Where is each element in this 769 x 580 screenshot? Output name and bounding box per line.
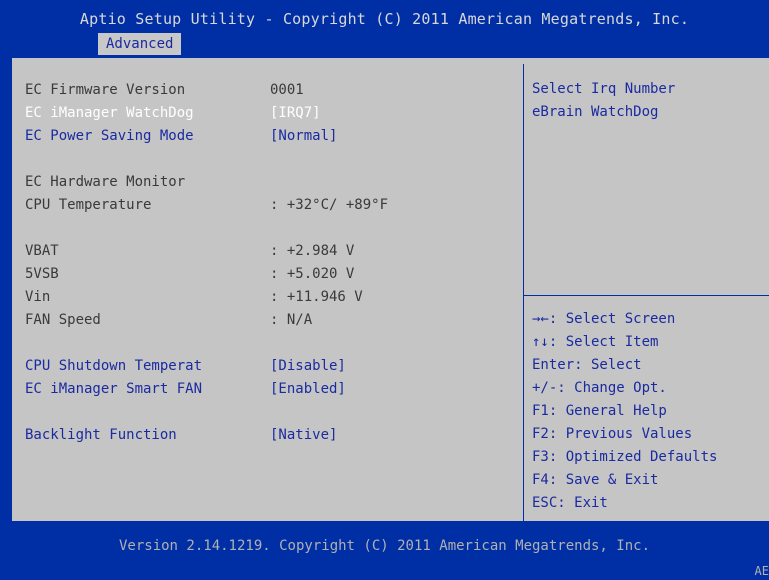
fan-speed-label: FAN Speed bbox=[25, 312, 101, 328]
fan-speed-value: : N/A bbox=[270, 312, 313, 328]
version-footer: Version 2.14.1219. Copyright (C) 2011 Am… bbox=[118, 538, 650, 554]
backlight-function-label[interactable]: Backlight Function bbox=[25, 425, 177, 445]
ec-imanager-watchdog-value[interactable]: [IRQ7] bbox=[270, 103, 321, 123]
5vsb-label: 5VSB bbox=[25, 266, 59, 282]
vin-label: Vin bbox=[25, 289, 51, 305]
key-esc-exit: ESC: Exit bbox=[532, 495, 608, 511]
help-separator bbox=[524, 295, 769, 296]
key-f4-save-exit: F4: Save & Exit bbox=[532, 472, 659, 488]
ec-imanager-smart-fan-label[interactable]: EC iManager Smart FAN bbox=[25, 379, 202, 399]
key-f3-defaults: F3: Optimized Defaults bbox=[532, 449, 718, 465]
key-f1-help: F1: General Help bbox=[532, 403, 667, 419]
corner-code: AE bbox=[754, 564, 769, 578]
key-select-item: ↑↓: Select Item bbox=[532, 334, 659, 350]
key-enter: Enter: Select bbox=[532, 357, 642, 373]
cpu-shutdown-temperature-label[interactable]: CPU Shutdown Temperat bbox=[25, 356, 202, 376]
ec-imanager-watchdog-label[interactable]: EC iManager WatchDog bbox=[25, 103, 194, 123]
cpu-temperature-label: CPU Temperature bbox=[25, 197, 152, 213]
ec-power-saving-mode-value[interactable]: [Normal] bbox=[270, 126, 337, 146]
bios-title: Aptio Setup Utility - Copyright (C) 2011… bbox=[79, 10, 690, 28]
ec-firmware-version-value: 0001 bbox=[270, 82, 304, 98]
key-change-option: +/-: Change Opt. bbox=[532, 380, 667, 396]
tab-advanced[interactable]: Advanced bbox=[98, 33, 182, 55]
key-legend: →←: Select Screen ↑↓: Select Item Enter:… bbox=[532, 308, 717, 515]
5vsb-value: : +5.020 V bbox=[270, 266, 355, 282]
help-text: Select Irq Number eBrain WatchDog bbox=[532, 78, 675, 124]
vbat-label: VBAT bbox=[25, 243, 59, 259]
ec-imanager-smart-fan-value[interactable]: [Enabled] bbox=[270, 379, 346, 399]
cpu-temperature-value: : +32°C/ +89°F bbox=[270, 197, 389, 213]
ec-firmware-version-label: EC Firmware Version bbox=[25, 82, 186, 98]
help-line-1: Select Irq Number bbox=[532, 81, 676, 97]
help-line-2: eBrain WatchDog bbox=[532, 104, 659, 120]
vbat-value: : +2.984 V bbox=[270, 243, 355, 259]
ec-hardware-monitor-label: EC Hardware Monitor bbox=[25, 174, 186, 190]
backlight-function-value[interactable]: [Native] bbox=[270, 425, 337, 445]
vin-value: : +11.946 V bbox=[270, 289, 363, 305]
ec-power-saving-mode-label[interactable]: EC Power Saving Mode bbox=[25, 126, 194, 146]
key-select-screen: →←: Select Screen bbox=[532, 311, 676, 327]
title-bar: Aptio Setup Utility - Copyright (C) 2011… bbox=[0, 0, 769, 56]
panel-divider bbox=[523, 64, 524, 524]
key-f2-previous: F2: Previous Values bbox=[532, 426, 693, 442]
cpu-shutdown-temperature-value[interactable]: [Disable] bbox=[270, 356, 346, 376]
